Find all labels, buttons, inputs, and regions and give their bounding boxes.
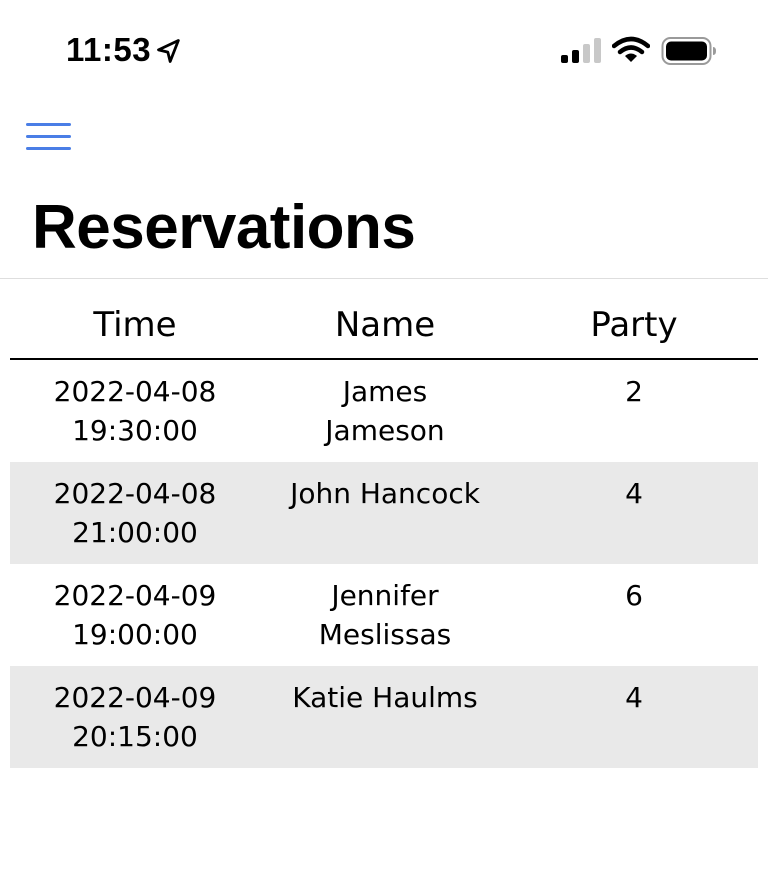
column-header-name[interactable]: Name bbox=[260, 292, 510, 360]
column-header-party[interactable]: Party bbox=[510, 292, 758, 360]
cell-name-line-1: John Hancock bbox=[290, 477, 480, 510]
cell-name-line-1: James bbox=[342, 375, 428, 408]
table-header-row: Time Name Party bbox=[10, 292, 758, 360]
cell-party: 2 bbox=[625, 375, 643, 408]
column-header-time[interactable]: Time bbox=[10, 292, 260, 360]
hamburger-menu-icon[interactable] bbox=[22, 118, 76, 156]
cell-time: 2022-04-09 19:00:00 bbox=[10, 564, 260, 666]
cell-date: 2022-04-08 bbox=[53, 477, 217, 510]
cell-name: John Hancock bbox=[260, 462, 510, 564]
table-row[interactable]: 2022-04-09 20:15:00 Katie Haulms 4 bbox=[10, 666, 758, 768]
cellular-signal-icon bbox=[561, 38, 601, 63]
cell-name-line-1: Katie Haulms bbox=[292, 681, 478, 714]
wifi-icon bbox=[612, 36, 650, 62]
cell-time: 2022-04-08 19:30:00 bbox=[10, 359, 260, 462]
status-bar: 11:53 bbox=[0, 0, 768, 100]
cell-clock-time: 20:15:00 bbox=[72, 720, 198, 753]
cell-clock-time: 19:00:00 bbox=[72, 618, 198, 651]
cell-time: 2022-04-09 20:15:00 bbox=[10, 666, 260, 768]
menu-bar-bottom bbox=[26, 147, 71, 150]
cell-name: James Jameson bbox=[260, 359, 510, 462]
cell-party: 4 bbox=[510, 462, 758, 564]
cell-date: 2022-04-09 bbox=[53, 579, 217, 612]
menu-bar-top bbox=[26, 123, 71, 126]
cell-name-line-2: Jameson bbox=[325, 414, 445, 447]
table-row[interactable]: 2022-04-08 21:00:00 John Hancock 4 bbox=[10, 462, 758, 564]
cell-date: 2022-04-08 bbox=[53, 375, 217, 408]
reservations-table: Time Name Party 2022-04-08 19:30:00 Jame… bbox=[10, 292, 758, 768]
battery-icon bbox=[661, 37, 716, 65]
cell-name: Jennifer Meslissas bbox=[260, 564, 510, 666]
cell-clock-time: 21:00:00 bbox=[72, 516, 198, 549]
page-title: Reservations bbox=[32, 193, 416, 262]
location-arrow-icon bbox=[157, 39, 180, 63]
cell-date: 2022-04-09 bbox=[53, 681, 217, 714]
title-divider bbox=[0, 278, 768, 279]
cell-name: Katie Haulms bbox=[260, 666, 510, 768]
cell-time: 2022-04-08 21:00:00 bbox=[10, 462, 260, 564]
status-time: 11:53 bbox=[66, 31, 152, 68]
cell-party: 4 bbox=[510, 666, 758, 768]
cell-name-line-1: Jennifer bbox=[331, 579, 439, 612]
cell-clock-time: 19:30:00 bbox=[72, 414, 198, 447]
table-row[interactable]: 2022-04-08 19:30:00 James Jameson 2 bbox=[10, 359, 758, 462]
menu-bar-middle bbox=[26, 135, 71, 138]
cell-name-line-2: Meslissas bbox=[318, 618, 452, 651]
cell-party: 6 bbox=[625, 579, 643, 612]
table-row[interactable]: 2022-04-09 19:00:00 Jennifer Meslissas 6 bbox=[10, 564, 758, 666]
